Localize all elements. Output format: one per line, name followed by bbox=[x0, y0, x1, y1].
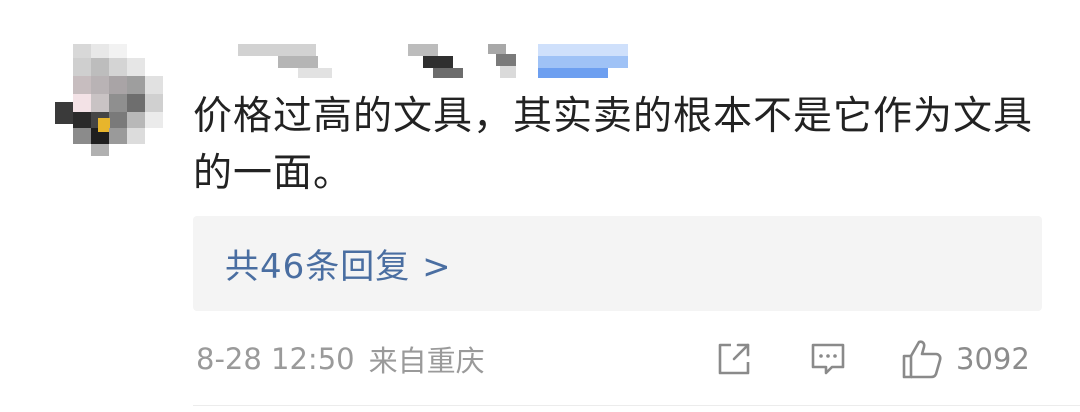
replies-box[interactable]: 共46条回复 > bbox=[193, 216, 1042, 311]
username-blurred bbox=[238, 44, 628, 78]
avatar[interactable] bbox=[55, 44, 167, 156]
comment-text: 价格过高的文具，其实卖的根本不是它作为文具的一面。 bbox=[193, 94, 1034, 196]
comment-time: 8-28 12:50 bbox=[196, 342, 355, 376]
comment-location: 来自重庆 bbox=[368, 344, 485, 378]
comment-icon bbox=[811, 343, 845, 375]
username[interactable] bbox=[238, 44, 628, 84]
thumbs-up-icon bbox=[902, 340, 942, 379]
like-count: 3092 bbox=[956, 342, 1030, 376]
avatar-image bbox=[55, 44, 163, 156]
like-button[interactable]: 3092 bbox=[900, 336, 1030, 382]
comment-meta: 8-28 12:50 来自重庆 bbox=[196, 339, 485, 379]
view-replies-link[interactable]: 共46条回复 > bbox=[225, 239, 452, 288]
divider bbox=[193, 405, 1080, 406]
share-icon bbox=[718, 343, 750, 375]
comment-button[interactable] bbox=[808, 336, 848, 382]
share-button[interactable] bbox=[714, 336, 754, 382]
